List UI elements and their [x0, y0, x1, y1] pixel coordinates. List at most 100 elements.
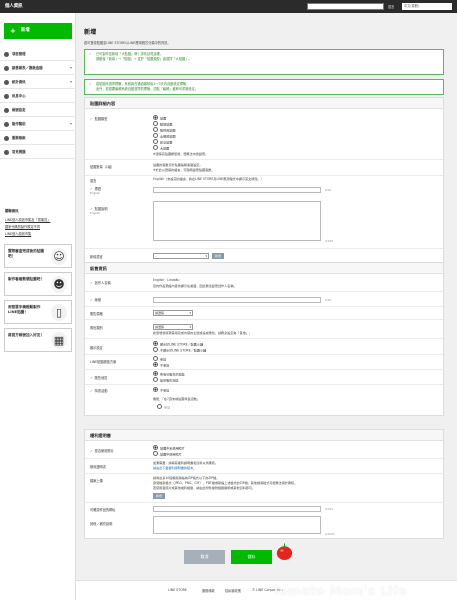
language-value: English（未設定的語言，將在LINE STORE及LINE應用程式中顯示英…	[153, 177, 264, 181]
sidebar-item-help[interactable]: 製作幫助 ▾	[0, 117, 76, 131]
related-info-title: 關聯資訊	[5, 209, 19, 213]
footer-link-store[interactable]: LINE STORE	[168, 588, 187, 592]
page-title: 新增	[84, 29, 97, 36]
other-notes-char-count: 0/2000	[325, 532, 335, 536]
radio-animated[interactable]: 動態貼圖	[153, 121, 172, 127]
radio-no-photo[interactable]: 貼圖中未使用照片	[153, 445, 185, 451]
promo-banner[interactable]: 製作看看動態貼圖吧！ ☻	[4, 272, 72, 296]
copyright-input[interactable]	[153, 297, 321, 303]
promo-banner[interactable]: 將官方帳號加入好友！ ▦	[4, 328, 72, 352]
price-label: 販售價格	[90, 312, 103, 316]
user-icon	[4, 107, 9, 113]
language-field-label: 語言	[90, 179, 97, 183]
sidebar-item-stats[interactable]: 統計資訊 ▾	[0, 75, 76, 89]
description-label: 貼圖說明English	[90, 206, 107, 215]
radio-with-photo[interactable]: 貼圖中使用照片	[153, 451, 182, 457]
creator-name-note: 您的作品預設內容會顯示在畫面，因此無法變更創作人名稱。	[153, 284, 237, 288]
other-notes-label: 其他／補充說明	[90, 522, 113, 526]
chevron-down-icon: ▾	[69, 65, 72, 70]
footer-link-privacy[interactable]: 隱私權政策	[225, 588, 241, 593]
sticker-count-note: ※於此以選擇的語言，可隨時變更貼圖張數。	[153, 168, 215, 172]
work-url-input[interactable]	[153, 506, 321, 512]
sticker-type-note: ※選擇完貼圖類型後，便無法中途變更。	[153, 152, 209, 156]
special-sale-note: 機能：「在7週末前貼圖特賣活動」	[153, 397, 200, 401]
chevron-down-icon: ▾	[69, 121, 72, 126]
sidebar-item-label: 常見問題	[12, 150, 26, 154]
sales-info-panel: 販售資訊 創作人名稱 English：LindaKu 您的作品預設內容會顯示在畫…	[84, 262, 444, 416]
notice-large-sticker: ✓ 已可製作並新增「大貼圖」唷！詳情請見這裡。 調動後「新增」→「貼圖」→ 並於「…	[84, 49, 444, 75]
add-language-select[interactable]: -	[153, 253, 209, 259]
radio-message[interactable]: 訊息貼圖	[153, 139, 172, 145]
sidebar-nav: 項目管理 銷售報表／匯款金額 ▾ 統計資訊 ▾ 訊息中心 帳號設定 製作幫助 ▾ 服務…	[0, 47, 76, 159]
certificate-note: 如果需要，請填寫權利證明書和資料以供審核。	[153, 461, 218, 465]
radio-show-store[interactable]: 顯示於LINE STORE／貼圖小舖	[153, 341, 203, 347]
plus-icon: +	[10, 27, 16, 35]
sidebar-item-messages[interactable]: 訊息中心	[0, 89, 76, 103]
other-notes-textarea[interactable]	[153, 516, 321, 534]
footer-link-terms[interactable]: 服務條款	[202, 588, 215, 593]
title-input[interactable]	[153, 187, 321, 193]
top-search-input[interactable]	[307, 3, 384, 10]
promo-text: 將官方帳號加入好友！	[8, 333, 44, 337]
divider	[85, 338, 443, 339]
certificate-template-link[interactable]: 請由此下載權利證明書的範本。	[153, 466, 196, 470]
top-bar: 個人資訊 語言 中文(繁體)	[0, 0, 457, 13]
sidebar-item-items[interactable]: 項目管理	[0, 47, 76, 61]
chart-icon	[4, 79, 9, 85]
sidebar-item-label: 項目管理	[12, 52, 26, 56]
main-content: 新增 若可登錄貼圖至LINE STORE以LINE應用程式分類中的資訊。 ✓ 已可…	[76, 13, 457, 600]
new-button[interactable]: + 新增	[4, 23, 72, 39]
sticker-type-label: 貼圖類型	[90, 116, 108, 121]
radio-join-sale[interactable]: 參加	[157, 404, 170, 410]
use-photo-label: 是否使用照片	[90, 448, 114, 453]
description-textarea[interactable]	[153, 201, 321, 241]
radio-set-regions[interactable]: 設定販售地區	[153, 377, 179, 383]
add-language-label: 新增語言	[90, 255, 103, 259]
role-category-note: 新型號會接受需用完成內容的主題或是或角色，請務必設定為「其他」。	[153, 331, 252, 335]
tomato-icon	[276, 543, 293, 560]
divider	[85, 369, 443, 370]
sidebar-item-terms[interactable]: 服務條款	[0, 131, 76, 145]
sidebar-item-sales[interactable]: 銷售報表／匯款金額 ▾	[0, 61, 76, 75]
divider	[85, 248, 443, 249]
new-button-label: 新增	[21, 28, 30, 33]
radio-not-join-sale[interactable]: 不參加	[153, 387, 169, 393]
role-category-label: 角色類別	[90, 326, 103, 330]
related-link[interactable]: 國家代碼的製作規定不同	[5, 224, 40, 229]
radio-hide-store[interactable]: 不顯示於LINE STORE／貼圖小舖	[153, 347, 206, 353]
promo-text: 製作看看動態貼圖吧！	[8, 277, 44, 281]
notice-line: 已可製作並新增「大貼圖」唷！詳情請見這裡。	[96, 52, 163, 56]
related-link[interactable]: LINE個人原創市集及「感謝賞」	[5, 217, 50, 222]
promo-banner[interactable]: 實際審查完成後的貼圖吧！ ☺	[4, 244, 72, 268]
related-link[interactable]: LINE個人原創市集	[5, 231, 31, 236]
promo-banner[interactable]: 用智慧手機輕鬆製作LINE貼圖！ ▯	[4, 300, 72, 324]
cancel-button[interactable]: 取消	[184, 550, 225, 564]
price-select[interactable]: 請選擇	[153, 310, 193, 316]
sidebar-item-label: 訊息中心	[12, 94, 26, 98]
promo-text: 實際審查完成後的貼圖吧！	[8, 249, 44, 258]
radio-big[interactable]: 大貼圖	[153, 145, 169, 151]
sidebar-item-account[interactable]: 帳號設定	[0, 103, 76, 117]
phone-icon: ▯	[51, 304, 67, 321]
file-upload-button[interactable]: 新增	[153, 493, 165, 499]
file-upload-note: 接受檔案格式（JPEG、PNG、GIF）、PDF檔或壓縮上述格式的ZIP檔。其他…	[153, 481, 298, 485]
radio-sound[interactable]: 隨附音貼圖	[153, 127, 175, 133]
sales-region-label: 販售地區	[90, 375, 108, 380]
language-select[interactable]: 中文(繁體)	[402, 3, 452, 10]
radio-join-plan[interactable]: 參加	[153, 356, 166, 362]
save-button[interactable]: 儲存	[231, 550, 272, 564]
role-category-select[interactable]: 請選擇	[153, 324, 193, 330]
sticker-details-panel: 貼圖詳細內容 貼圖類型 貼圖 動態貼圖 隨附音貼圖 全螢幕貼圖 訊息貼圖 大貼圖…	[84, 97, 444, 264]
sidebar-item-label: 製作幫助	[12, 122, 26, 126]
radio-all-regions[interactable]: 所有可販售的地區	[153, 371, 185, 377]
help-icon	[4, 121, 9, 127]
radio-sticker[interactable]: 貼圖	[153, 115, 166, 121]
sidebar-item-faq[interactable]: 常見問題	[0, 145, 76, 159]
creator-name-label: 創作人名稱	[90, 280, 111, 285]
chevron-down-icon: ▾	[69, 79, 72, 84]
add-language-button[interactable]: 新增	[212, 253, 224, 259]
radio-fullscreen[interactable]: 全螢幕貼圖	[153, 133, 175, 139]
divider	[85, 458, 443, 459]
radio-not-join-plan[interactable]: 不參加	[153, 362, 169, 368]
sidebar-item-label: 統計資訊	[12, 80, 26, 84]
